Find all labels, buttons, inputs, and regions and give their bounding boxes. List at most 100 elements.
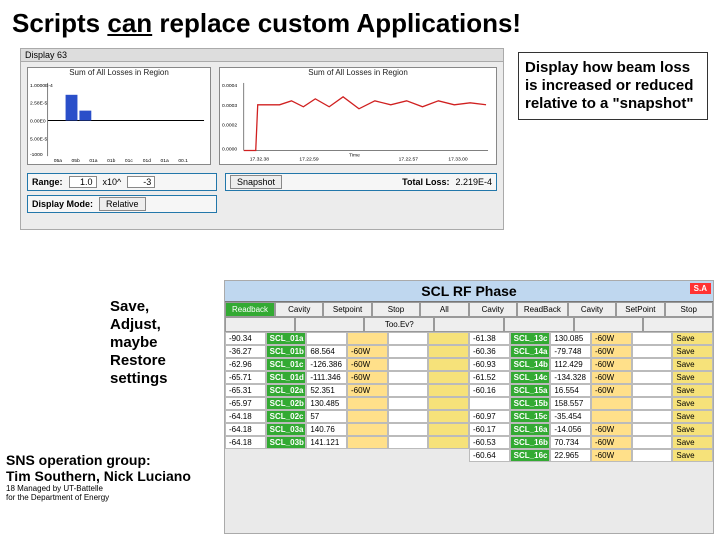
cell-save[interactable]: Save — [672, 384, 713, 397]
cell-rb: -65.97 — [225, 397, 266, 410]
cell-sub[interactable] — [388, 436, 429, 449]
cell-rb: -64.18 — [225, 423, 266, 436]
svg-text:05b: 05b — [72, 158, 80, 164]
cell-ph: 130.085 — [550, 332, 591, 345]
cell-cav: SCL_15c — [510, 410, 551, 423]
cell-sub[interactable] — [632, 449, 673, 462]
cell-sub[interactable] — [388, 397, 429, 410]
cell-ph: -134.328 — [550, 371, 591, 384]
toolbar-btn[interactable]: ReadBack — [517, 302, 568, 317]
cell-save[interactable] — [428, 423, 469, 436]
cell-sub[interactable] — [388, 410, 429, 423]
table-row: -60.93SCL_14b112.429-60WSave — [469, 358, 713, 371]
toolbar-btn[interactable]: SetPoint — [616, 302, 664, 317]
cell-cav: SCL_03b — [266, 436, 307, 449]
title-post: replace custom Applications! — [152, 8, 521, 38]
cell-rb: -90.34 — [225, 332, 266, 345]
svg-text:01c: 01c — [125, 158, 133, 164]
cell-cav: SCL_02b — [266, 397, 307, 410]
table-row: -60.17SCL_16a-14.056-60WSave — [469, 423, 713, 436]
cell-cav: SCL_01a — [266, 332, 307, 345]
cell-save[interactable]: Save — [672, 332, 713, 345]
toolbar-btn[interactable]: Cavity — [469, 302, 517, 317]
cell-save[interactable] — [428, 371, 469, 384]
beam-loss-display-panel: Display 63 Sum of All Losses in Region 1… — [20, 48, 504, 230]
cell-cav: SCL_14b — [510, 358, 551, 371]
cell-sub[interactable] — [388, 384, 429, 397]
cell-save[interactable]: Save — [672, 449, 713, 462]
toolbar-field[interactable] — [225, 317, 295, 332]
cell-ph: 112.429 — [550, 358, 591, 371]
toolbar-btn[interactable]: Cavity — [568, 302, 616, 317]
credit-small2: for the Department of Energy — [6, 493, 216, 502]
cell-sub[interactable] — [632, 410, 673, 423]
cell-relph: -60W — [347, 384, 388, 397]
cell-save[interactable]: Save — [672, 345, 713, 358]
toolbar-btn[interactable]: Setpoint — [323, 302, 371, 317]
toolbar-field[interactable] — [295, 317, 365, 332]
cell-ph — [306, 332, 347, 345]
cell-save[interactable] — [428, 436, 469, 449]
mode-value[interactable]: Relative — [99, 197, 146, 211]
toolbar-field[interactable] — [574, 317, 644, 332]
cell-rb: -60.93 — [469, 358, 510, 371]
cell-save[interactable] — [428, 397, 469, 410]
svg-text:01b: 01b — [107, 158, 115, 164]
svg-text:05a: 05a — [54, 158, 62, 164]
cell-rb: -61.38 — [469, 332, 510, 345]
sa-button[interactable]: S.A — [690, 283, 711, 294]
snapshot-button[interactable]: Snapshot — [230, 175, 282, 189]
cell-sub[interactable] — [632, 423, 673, 436]
toolbar-btn[interactable]: Cavity — [275, 302, 323, 317]
toolbar-btn[interactable]: All — [420, 302, 468, 317]
toolbar-field[interactable] — [643, 317, 713, 332]
cell-ph: -111.346 — [306, 371, 347, 384]
cell-ph: -35.454 — [550, 410, 591, 423]
table-row: -65.71SCL_01d-111.346-60W — [225, 371, 469, 384]
svg-text:0.0004: 0.0004 — [222, 83, 237, 89]
cell-sub[interactable] — [388, 345, 429, 358]
cell-rb: -65.31 — [225, 384, 266, 397]
cell-save[interactable] — [428, 410, 469, 423]
cell-cav: SCL_01b — [266, 345, 307, 358]
svg-text:17.22.59: 17.22.59 — [299, 156, 319, 162]
cell-save[interactable]: Save — [672, 410, 713, 423]
cell-save[interactable] — [428, 358, 469, 371]
toolbar-btn[interactable]: Stop — [372, 302, 420, 317]
cell-sub[interactable] — [632, 371, 673, 384]
cell-save[interactable]: Save — [672, 358, 713, 371]
cell-save[interactable]: Save — [672, 436, 713, 449]
cell-sub[interactable] — [632, 345, 673, 358]
cell-sub[interactable] — [632, 397, 673, 410]
range-row: Range: 1.0 x10^ -3 — [27, 173, 217, 191]
cell-rb: -60.97 — [469, 410, 510, 423]
cell-sub[interactable] — [632, 384, 673, 397]
cell-rb: -61.52 — [469, 371, 510, 384]
cell-ph: -14.056 — [550, 423, 591, 436]
table-row: -64.18SCL_03b141.121 — [225, 436, 469, 449]
cell-save[interactable] — [428, 332, 469, 345]
cell-sub[interactable] — [388, 332, 429, 345]
toolbar-field[interactable] — [504, 317, 574, 332]
toolbar-field[interactable] — [434, 317, 504, 332]
cell-save[interactable]: Save — [672, 423, 713, 436]
toolbar-btn[interactable]: Stop — [665, 302, 713, 317]
range-exp[interactable]: -3 — [127, 176, 155, 188]
cell-sub[interactable] — [632, 358, 673, 371]
range-base[interactable]: 1.0 — [69, 176, 97, 188]
cell-sub[interactable] — [388, 423, 429, 436]
cell-relph: -60W — [591, 423, 632, 436]
cell-rb: -60.17 — [469, 423, 510, 436]
cell-save[interactable]: Save — [672, 371, 713, 384]
cell-sub[interactable] — [388, 371, 429, 384]
range-mult: x10^ — [103, 177, 122, 187]
cell-sub[interactable] — [632, 332, 673, 345]
cell-sub[interactable] — [632, 436, 673, 449]
cell-sub[interactable] — [388, 358, 429, 371]
toolbar-field[interactable]: Too.Ev? — [364, 317, 434, 332]
line-chart-title: Sum of All Losses in Region — [220, 68, 496, 77]
toolbar-btn[interactable]: Readback — [225, 302, 275, 317]
cell-save[interactable] — [428, 384, 469, 397]
cell-save[interactable]: Save — [672, 397, 713, 410]
cell-save[interactable] — [428, 345, 469, 358]
